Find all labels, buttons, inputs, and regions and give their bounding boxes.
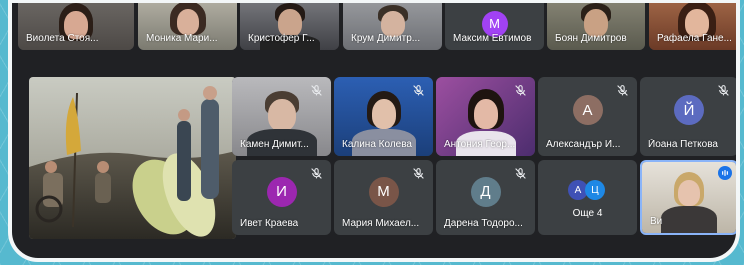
participant-avatar: Ц [585, 180, 605, 200]
participant-name: Боян Димитров [555, 33, 627, 44]
participant-tile[interactable]: Антония Геор... [436, 77, 535, 156]
participant-name: Камен Димит... [240, 139, 309, 150]
mic-off-icon [413, 85, 424, 96]
participant-name: Виолета Стоя... [26, 33, 99, 44]
shared-screen[interactable] [29, 77, 236, 239]
mic-off-icon [413, 168, 424, 179]
participant-tile[interactable]: М Мария Михаел... [334, 160, 433, 235]
participant-tile[interactable]: Боян Димитров [547, 3, 645, 50]
participant-name: Ви [650, 216, 663, 227]
participant-tile[interactable]: Камен Димит... [232, 77, 331, 156]
participant-name: Мария Михаел... [342, 218, 420, 229]
mic-off-icon [718, 85, 729, 96]
participant-tile[interactable]: Крум Димитр... [343, 3, 442, 50]
participant-tile[interactable]: Д Дарена Тодоро... [436, 160, 535, 235]
more-participants-tile[interactable]: А Ц Още 4 [538, 160, 637, 235]
speaking-indicator-icon [718, 166, 732, 180]
participant-name: Кристофер Г... [248, 33, 315, 44]
participant-name: Калина Колева [342, 139, 412, 150]
participant-tile[interactable]: Й Йоана Петкова [640, 77, 736, 156]
participant-name: Дарена Тодоро... [444, 218, 523, 229]
mic-off-icon [311, 168, 322, 179]
participant-name: Йоана Петкова [648, 139, 718, 150]
participant-tile[interactable]: Кристофер Г... [240, 3, 339, 50]
participant-name: Моника Мари... [146, 33, 218, 44]
participant-tile[interactable]: Рафаела Гане... [649, 3, 736, 50]
participant-name: Рафаела Гане... [657, 33, 732, 44]
participant-tile[interactable]: Калина Колева [334, 77, 433, 156]
participant-avatar: М [368, 176, 399, 207]
mic-off-icon [515, 85, 526, 96]
participant-name: Крум Димитр... [351, 33, 421, 44]
mic-off-icon [311, 85, 322, 96]
participant-name: Антония Геор... [444, 139, 516, 150]
participant-avatar: И [266, 176, 297, 207]
mic-off-icon [617, 85, 628, 96]
participant-tile[interactable]: Виолета Стоя... [18, 3, 134, 50]
participant-avatar: А [572, 95, 603, 126]
participant-name: Ивет Краева [240, 218, 299, 229]
shared-image-surfers [29, 77, 236, 239]
self-view-tile[interactable]: Ви [640, 160, 736, 235]
more-participants-label: Още 4 [572, 208, 603, 219]
participant-name: Максим Евтимов [453, 33, 532, 44]
participant-avatar: Д [470, 176, 501, 207]
meeting-frame: Виолета Стоя... Моника Мари... Кристофер… [8, 0, 740, 262]
participant-tile[interactable]: М Максим Евтимов [445, 3, 544, 50]
participant-avatar: Й [674, 95, 704, 126]
participant-tile[interactable]: И Ивет Краева [232, 160, 331, 235]
participant-name: Александър И... [546, 139, 621, 150]
participant-tile[interactable]: А Александър И... [538, 77, 637, 156]
participant-tile[interactable]: Моника Мари... [138, 3, 237, 50]
mic-off-icon [515, 168, 526, 179]
